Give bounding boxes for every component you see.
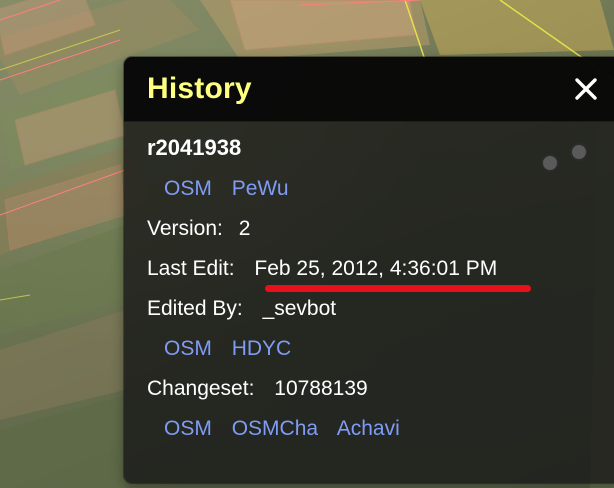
panel-header: History	[124, 57, 614, 122]
edited-by-value: _sevbot	[262, 297, 337, 320]
panel-body: r2041938 OSM PeWu Version: 2 Last Edit: …	[124, 121, 614, 483]
close-icon	[575, 78, 597, 100]
user-links: OSM HDYC	[164, 337, 305, 361]
user-hdyc-link[interactable]: HDYC	[232, 337, 292, 360]
changeset-osmcha-link[interactable]: OSMCha	[232, 417, 318, 440]
changeset-row: Changeset: 10788139	[147, 377, 368, 401]
changeset-label: Changeset:	[147, 377, 255, 400]
panel-title: History	[147, 72, 252, 105]
entity-id: r2041938	[147, 135, 242, 160]
highlight-underline	[265, 285, 531, 292]
version-label: Version:	[147, 217, 223, 240]
entity-pewu-link[interactable]: PeWu	[232, 177, 289, 200]
history-panel: History r2041938 OSM PeWu Version: 2 Las…	[124, 57, 614, 483]
changeset-links: OSM OSMCha Achavi	[164, 417, 414, 441]
changeset-osm-link[interactable]: OSM	[164, 417, 212, 440]
changeset-value: 10788139	[274, 377, 368, 400]
last-edit-row: Last Edit: Feb 25, 2012, 4:36:01 PM	[147, 257, 497, 281]
last-edit-label: Last Edit:	[147, 257, 235, 280]
edited-by-row: Edited By: _sevbot	[147, 297, 336, 321]
edited-by-label: Edited By:	[147, 297, 243, 320]
close-button[interactable]	[570, 73, 602, 105]
map-node[interactable]	[570, 143, 588, 161]
changeset-achavi-link[interactable]: Achavi	[337, 417, 400, 440]
version-value: 2	[238, 217, 251, 240]
entity-osm-link[interactable]: OSM	[164, 177, 212, 200]
last-edit-value: Feb 25, 2012, 4:36:01 PM	[254, 257, 498, 280]
entity-links: OSM PeWu	[164, 177, 303, 201]
map-node[interactable]	[541, 154, 559, 172]
user-osm-link[interactable]: OSM	[164, 337, 212, 360]
version-row: Version: 2	[147, 217, 250, 241]
